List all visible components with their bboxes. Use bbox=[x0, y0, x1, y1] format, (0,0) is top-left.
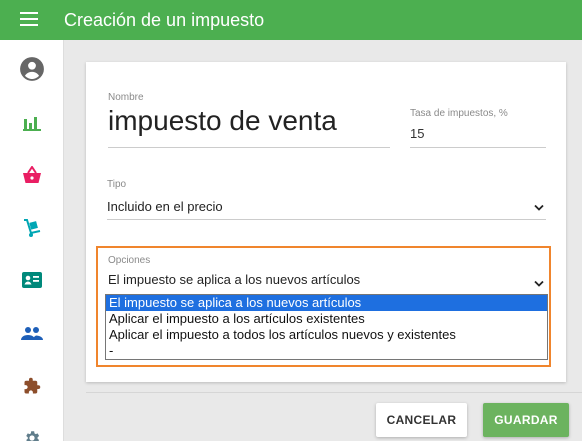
dropdown-option[interactable]: Aplicar el impuesto a los artículos exis… bbox=[106, 311, 547, 327]
options-dropdown-list: El impuesto se aplica a los nuevos artíc… bbox=[105, 294, 548, 360]
main-content: Nombre impuesto de venta Tasa de impuest… bbox=[64, 40, 582, 441]
name-label: Nombre bbox=[108, 92, 144, 103]
id-card-icon bbox=[22, 272, 42, 288]
type-label: Tipo bbox=[107, 179, 127, 190]
dropdown-option[interactable]: El impuesto se aplica a los nuevos artíc… bbox=[106, 295, 547, 311]
tax-rate-label: Tasa de impuestos, % bbox=[410, 108, 508, 119]
account-circle-icon bbox=[20, 57, 44, 81]
page-title: Creación de un impuesto bbox=[64, 10, 265, 30]
cancel-button[interactable]: CANCELAR bbox=[376, 403, 467, 437]
puzzle-icon bbox=[24, 377, 41, 394]
sidebar-item-customers[interactable] bbox=[0, 308, 64, 358]
hand-truck-icon bbox=[24, 219, 41, 237]
shopping-basket-icon bbox=[23, 166, 41, 183]
options-select[interactable]: El impuesto se aplica a los nuevos artíc… bbox=[108, 272, 360, 287]
tax-rate-underline bbox=[410, 147, 546, 148]
sidebar bbox=[0, 40, 64, 441]
people-icon bbox=[21, 327, 43, 340]
sidebar-item-reports[interactable] bbox=[0, 98, 64, 148]
hamburger-menu-icon[interactable] bbox=[20, 12, 38, 28]
app-bar: Creación de un impuesto bbox=[0, 0, 582, 40]
sidebar-item-inventory[interactable] bbox=[0, 203, 64, 253]
sidebar-item-sales[interactable] bbox=[0, 150, 64, 200]
dropdown-option[interactable]: Aplicar el impuesto a todos los artículo… bbox=[106, 327, 547, 343]
sidebar-item-settings[interactable] bbox=[0, 413, 64, 441]
dropdown-option[interactable]: - bbox=[106, 343, 547, 359]
options-label: Opciones bbox=[108, 255, 151, 266]
save-button[interactable]: GUARDAR bbox=[483, 403, 569, 437]
sidebar-item-account[interactable] bbox=[0, 44, 64, 94]
sidebar-item-integrations[interactable] bbox=[0, 361, 64, 411]
sidebar-item-employees[interactable] bbox=[0, 255, 64, 305]
tax-rate-input[interactable]: 15 bbox=[410, 126, 424, 141]
bar-chart-icon bbox=[23, 117, 41, 131]
chevron-down-icon[interactable] bbox=[534, 280, 544, 288]
settings-gear-icon bbox=[26, 431, 40, 441]
name-underline bbox=[108, 147, 390, 148]
type-underline bbox=[107, 219, 546, 220]
type-select[interactable]: Incluido en el precio bbox=[107, 199, 223, 214]
name-input[interactable]: impuesto de venta bbox=[108, 104, 337, 138]
chevron-down-icon[interactable] bbox=[534, 204, 544, 212]
footer-divider bbox=[86, 392, 582, 393]
